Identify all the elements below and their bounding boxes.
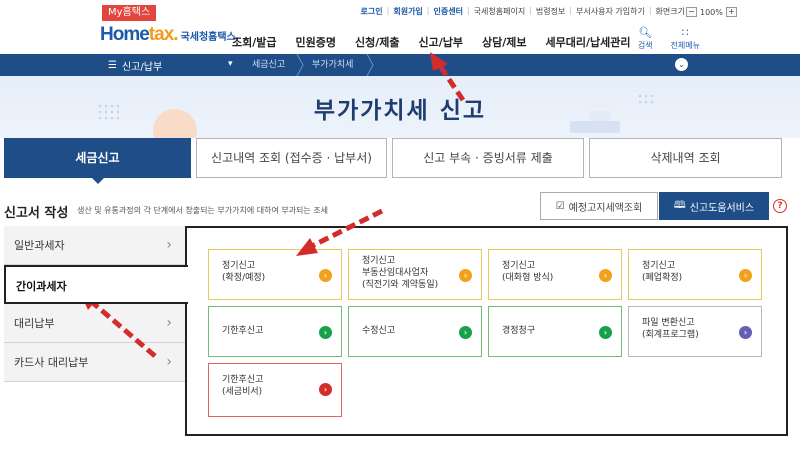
book-icon: 🕮︎ [673, 199, 686, 211]
scheduled-tax-inquiry-label: 예정고지세액조회 [568, 202, 643, 214]
sidebar-item-simplified-taxpayer[interactable]: 간이과세자 [4, 265, 188, 304]
breadcrumb-item-tax-report[interactable]: 세금신고 [242, 54, 302, 76]
arrow-right-icon: › [319, 326, 332, 339]
help-icon[interactable]: ? [773, 199, 787, 213]
search-label: 검색 [637, 41, 653, 50]
page-title: 부가가치세 신고 [313, 98, 487, 124]
logo-home-text: Home [100, 24, 150, 45]
signup-link[interactable]: 회원가입 [393, 6, 422, 17]
cert-center-link[interactable]: 인증센터 [434, 6, 463, 17]
checkbox-icon: ☑ [555, 200, 565, 212]
tab-list: 세금신고 신고내역 조회 (접수증 · 납부서) 신고 부속 · 증빙서류 제출… [0, 138, 800, 184]
breadcrumb-item-vat[interactable]: 부가가치세 [302, 54, 353, 76]
card-amended-report[interactable]: 수정신고 › [348, 306, 482, 357]
sidebar-item-proxy-payment[interactable]: 대리납부 › [4, 304, 186, 343]
breadcrumb-separator-icon [366, 54, 374, 76]
lnb-menu-label: 신고/납부 [121, 61, 163, 73]
arrow-right-icon: › [599, 326, 612, 339]
tab-report-history[interactable]: 신고내역 조회 (접수증 · 납부서) [196, 138, 387, 178]
gnb-item-consult[interactable]: 상담/제보 [482, 34, 527, 50]
hometax-logo[interactable]: Hometax. 국세청홈택스 [100, 24, 236, 46]
gnb-item-agent[interactable]: 세무대리/납세관리 [545, 34, 630, 50]
tab-delete-history[interactable]: 삭제내역 조회 [589, 138, 782, 178]
report-help-service-button[interactable]: 🕮︎ 신고도움서비스 [659, 192, 769, 220]
logo-tax-text: tax. [148, 24, 179, 45]
card-file-conversion-report[interactable]: 파일 변환신고 (회계프로그램) › [628, 306, 762, 357]
sidebar-item-label: 카드사 대리납부 [14, 356, 89, 369]
chevron-right-icon: › [166, 237, 172, 253]
card-label: 정기신고 [362, 256, 396, 266]
main-header: Hometax. 국세청홈택스 조회/발급 민원증명 신청/제출 신고/납부 상… [0, 22, 800, 54]
page-hero: 부가가치세 신고 [0, 76, 800, 138]
gnb-item-certificate[interactable]: 민원증명 [296, 34, 336, 50]
global-nav: 조회/발급 민원증명 신청/제출 신고/납부 상담/제보 세무대리/납세관리 [232, 34, 630, 50]
zoom-control: − 100% + [686, 7, 737, 17]
arrow-right-icon: › [319, 269, 332, 282]
section-description: 생산 및 유통과정의 각 단계에서 창출되는 부가가치에 대하여 부과되는 조세 [77, 206, 329, 215]
chevron-right-icon: › [166, 315, 172, 331]
card-regular-report-interactive[interactable]: 정기신고 (대화형 방식) › [488, 249, 622, 300]
grid-icon: ∷ [681, 26, 689, 39]
chevron-right-icon: › [166, 354, 172, 370]
search-icon: 🔍︎ [638, 26, 653, 39]
side-nav: 일반과세자 › 간이과세자 대리납부 › 카드사 대리납부 › [4, 226, 188, 382]
sidebar-item-card-proxy-payment[interactable]: 카드사 대리납부 › [4, 343, 186, 382]
sidebar-item-general-taxpayer[interactable]: 일반과세자 › [4, 226, 186, 265]
card-regular-report-closure[interactable]: 정기신고 (폐업확정) › [628, 249, 762, 300]
arrow-right-icon: › [459, 269, 472, 282]
arrow-right-icon: › [319, 383, 332, 396]
tab-tax-report[interactable]: 세금신고 [4, 138, 191, 184]
scheduled-tax-inquiry-button[interactable]: ☑ 예정고지세액조회 [540, 192, 658, 220]
gnb-item-apply[interactable]: 신청/제출 [355, 34, 400, 50]
arrow-right-icon: › [459, 326, 472, 339]
my-hometax-badge[interactable]: My홈택스 [102, 5, 157, 21]
zoom-out-button[interactable]: − [686, 7, 697, 17]
top-utility-bar: My홈택스 로그인 | 회원가입 | 인증센터 | 국세청홈페이지 | 법령정보 | 부서… [0, 0, 800, 22]
top-links: 로그인 | 회원가입 | 인증센터 | 국세청홈페이지 | 법령정보 | 부서사용자 가입… [360, 6, 685, 17]
report-help-service-label: 신고도움서비스 [689, 202, 755, 214]
chevron-down-icon[interactable]: ⌄ [675, 58, 688, 71]
zoom-in-button[interactable]: + [725, 7, 737, 17]
gnb-item-report-pay[interactable]: 신고/납부 [418, 34, 463, 50]
header-icons: 🔍︎ 검색 ∷ 전체메뉴 [638, 26, 700, 51]
sidebar-item-label: 간이과세자 [16, 280, 67, 293]
gnb-item-inquiry[interactable]: 조회/발급 [232, 34, 277, 50]
caret-down-icon: ▾ [228, 59, 233, 69]
card-regular-report-real-estate[interactable]: 정기신고 부동산임대사업자 (직전기와 계약동일) › [348, 249, 482, 300]
breadcrumb: ☰ 신고/납부 ▾ 세금신고 부가가치세 ⌄ [0, 54, 800, 76]
lnb-menu-button[interactable]: ☰ 신고/납부 [100, 54, 242, 76]
logo-sub-text: 국세청홈택스 [180, 32, 236, 43]
card-late-report-tax-secretary[interactable]: 기한후신고 (세금비서) › [208, 363, 342, 417]
report-type-panel: 정기신고 (확정/예정) › 정기신고 부동산임대사업자 (직전기와 계약동일)… [185, 226, 788, 436]
nts-homepage-link[interactable]: 국세청홈페이지 [474, 6, 526, 17]
card-late-report[interactable]: 기한후신고 › [208, 306, 342, 357]
all-menu-button[interactable]: ∷ 전체메뉴 [671, 26, 700, 51]
screen-size-label: 화면크기 [655, 7, 685, 16]
law-info-link[interactable]: 법령정보 [536, 6, 565, 17]
arrow-right-icon: › [599, 269, 612, 282]
all-menu-label: 전체메뉴 [670, 41, 700, 50]
sidebar-item-label: 대리납부 [14, 317, 55, 330]
card-regular-report[interactable]: 정기신고 (확정/예정) › [208, 249, 342, 300]
dept-user-signup-link[interactable]: 부서사용자 가입하기 [576, 6, 645, 17]
arrow-right-icon: › [739, 326, 752, 339]
tab-attachment-submit[interactable]: 신고 부속 · 증빙서류 제출 [392, 138, 584, 178]
login-link[interactable]: 로그인 [361, 6, 383, 17]
search-button[interactable]: 🔍︎ 검색 [638, 26, 653, 51]
hamburger-icon: ☰ [108, 59, 117, 71]
section-title: 신고서 작성 [4, 206, 69, 221]
card-correction-claim[interactable]: 경정청구 › [488, 306, 622, 357]
sidebar-item-label: 일반과세자 [14, 239, 65, 252]
zoom-value: 100% [700, 7, 723, 17]
arrow-right-icon: › [739, 269, 752, 282]
